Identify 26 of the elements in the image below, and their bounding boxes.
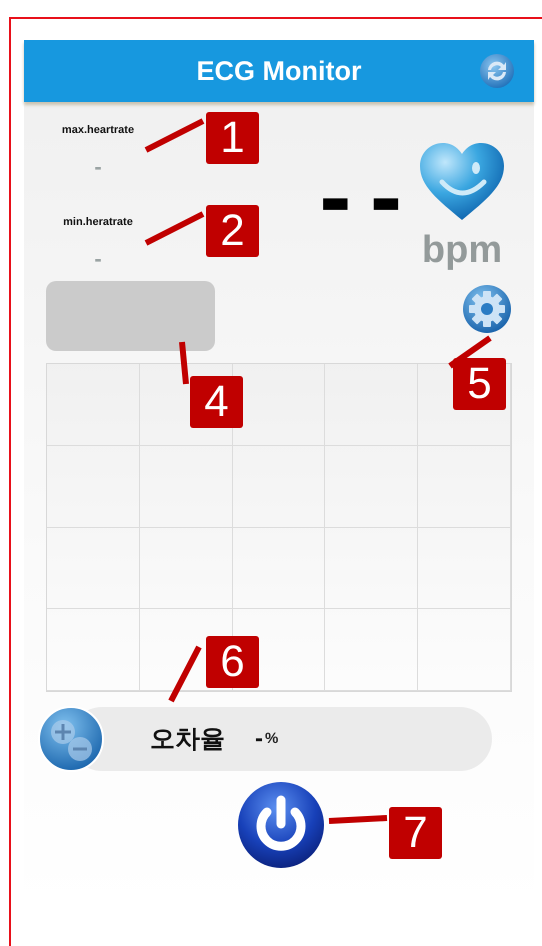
power-button[interactable] (236, 780, 326, 870)
callout-number: 7 (389, 807, 442, 859)
callout-number: 5 (453, 358, 506, 410)
error-rate-label: 오차율 (150, 724, 225, 755)
leader-line (179, 342, 189, 384)
stat-label: max.heartrate (62, 124, 134, 136)
leader-line (328, 815, 388, 824)
stat-label: min.heratrate (63, 216, 133, 228)
leader-line (144, 118, 204, 153)
leader-line (168, 646, 202, 702)
percent-unit: % (265, 730, 278, 747)
heart-rate-value: - - (319, 152, 398, 242)
refresh-icon[interactable] (479, 53, 515, 89)
callout-number: 6 (206, 636, 259, 688)
smiling-heart-icon (418, 142, 506, 222)
callout-number: 1 (206, 112, 259, 164)
settings-icon[interactable] (462, 284, 512, 334)
app-title: ECG Monitor (196, 56, 362, 86)
leader-line (144, 211, 204, 246)
callout-number: 4 (190, 376, 243, 428)
stat-value: - (94, 154, 102, 180)
leader-line (448, 336, 492, 368)
callout-number: 2 (206, 205, 259, 257)
error-rate-value: - (255, 724, 263, 752)
stat-value: - (94, 246, 102, 272)
bpm-unit: bpm (422, 230, 502, 270)
